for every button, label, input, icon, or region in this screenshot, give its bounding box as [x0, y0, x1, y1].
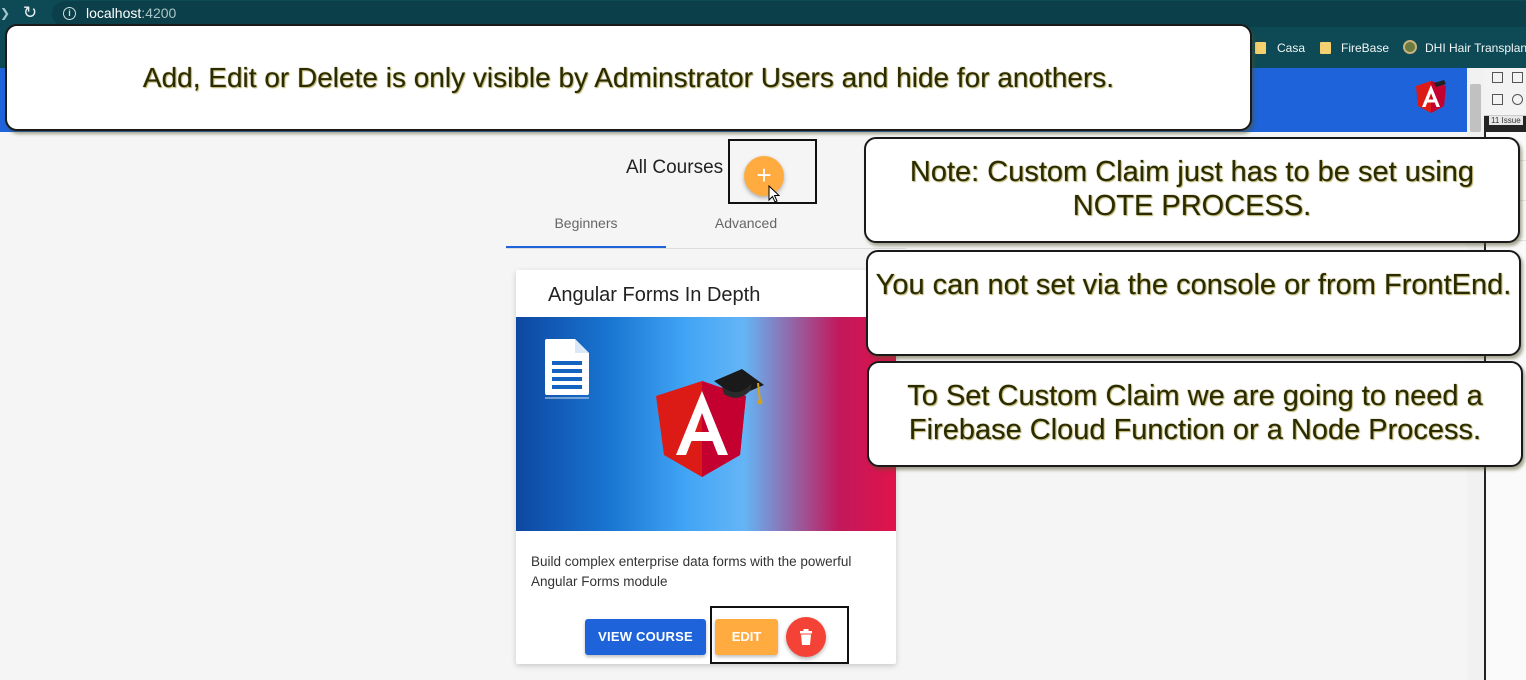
inspect-icon[interactable]	[1492, 72, 1503, 83]
tab-advanced[interactable]: Advanced	[666, 210, 826, 248]
dhi-favicon-icon	[1403, 40, 1417, 54]
forward-icon[interactable]: ❯	[0, 6, 10, 20]
sidebar-toggle-icon[interactable]	[1492, 94, 1503, 105]
bookmark-dhi[interactable]: DHI Hair Transplant	[1425, 41, 1526, 55]
bookmark-firebase[interactable]: FireBase	[1341, 41, 1389, 55]
devtools-issues-badge[interactable]: 11 Issue	[1489, 116, 1523, 125]
angular-logo-icon	[1416, 80, 1446, 113]
bookmark-casa[interactable]: Casa	[1277, 41, 1305, 55]
scrollbar-thumb[interactable]	[1470, 84, 1481, 132]
view-course-button[interactable]: VIEW COURSE	[585, 619, 706, 655]
angular-graduation-logo-icon	[656, 369, 764, 477]
clear-console-icon[interactable]	[1512, 94, 1523, 105]
annotation-callout-console-frontend: You can not set via the console or from …	[866, 250, 1521, 356]
annotation-callout-admin-visibility: Add, Edit or Delete is only visible by A…	[5, 24, 1252, 131]
url-host: localhost	[86, 5, 142, 21]
url-text[interactable]: localhost:4200	[86, 5, 176, 21]
highlight-box-actions	[710, 606, 849, 664]
highlight-box-add	[728, 139, 817, 204]
page-title: All Courses	[626, 157, 724, 178]
tab-beginners[interactable]: Beginners	[506, 210, 666, 248]
site-info-icon[interactable]: i	[63, 7, 76, 20]
annotation-callout-custom-claim-note: Note: Custom Claim just has to be set us…	[864, 137, 1520, 243]
course-description: Build complex enterprise data forms with…	[531, 554, 852, 589]
url-port: :4200	[141, 5, 177, 21]
annotation-callout-cloud-function: To Set Custom Claim we are going to need…	[867, 361, 1523, 467]
folder-icon	[1320, 42, 1331, 54]
document-icon	[545, 339, 589, 399]
device-icon[interactable]	[1512, 72, 1523, 83]
reload-icon[interactable]: ↻	[20, 3, 40, 23]
folder-icon	[1255, 42, 1266, 54]
course-title: Angular Forms In Depth	[548, 284, 761, 306]
active-tab-indicator	[506, 246, 666, 248]
